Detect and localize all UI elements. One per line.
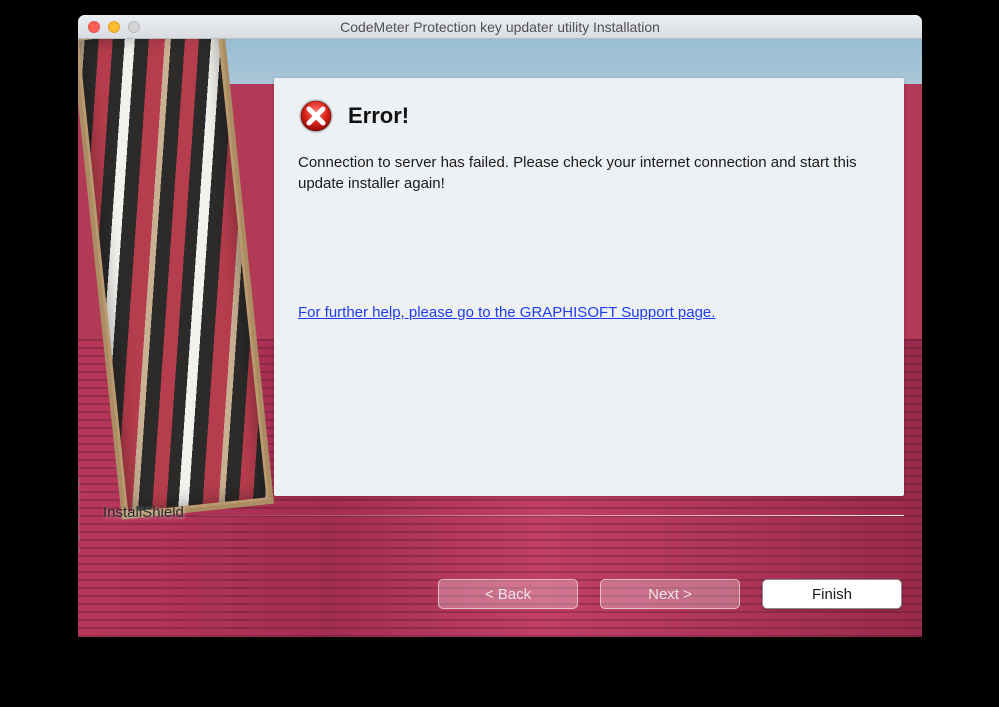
content-area: © GRAPHISOFT Error! Co	[78, 39, 922, 637]
titlebar: CodeMeter Protection key updater utility…	[78, 15, 922, 39]
footer-divider	[198, 515, 904, 516]
next-button: Next >	[600, 579, 740, 609]
installshield-brand: InstallShield	[103, 504, 184, 521]
finish-button[interactable]: Finish	[762, 579, 902, 609]
button-row: < Back Next > Finish	[438, 579, 902, 609]
panel-header: Error!	[298, 98, 880, 134]
installer-window: CodeMeter Protection key updater utility…	[78, 15, 922, 637]
back-button: < Back	[438, 579, 578, 609]
error-title: Error!	[348, 103, 409, 129]
error-icon	[298, 98, 334, 134]
window-title: CodeMeter Protection key updater utility…	[78, 19, 922, 35]
error-message: Connection to server has failed. Please …	[298, 152, 880, 194]
copyright-label: © GRAPHISOFT	[78, 465, 82, 554]
support-link[interactable]: For further help, please go to the GRAPH…	[298, 304, 880, 321]
message-panel: Error! Connection to server has failed. …	[274, 78, 904, 496]
